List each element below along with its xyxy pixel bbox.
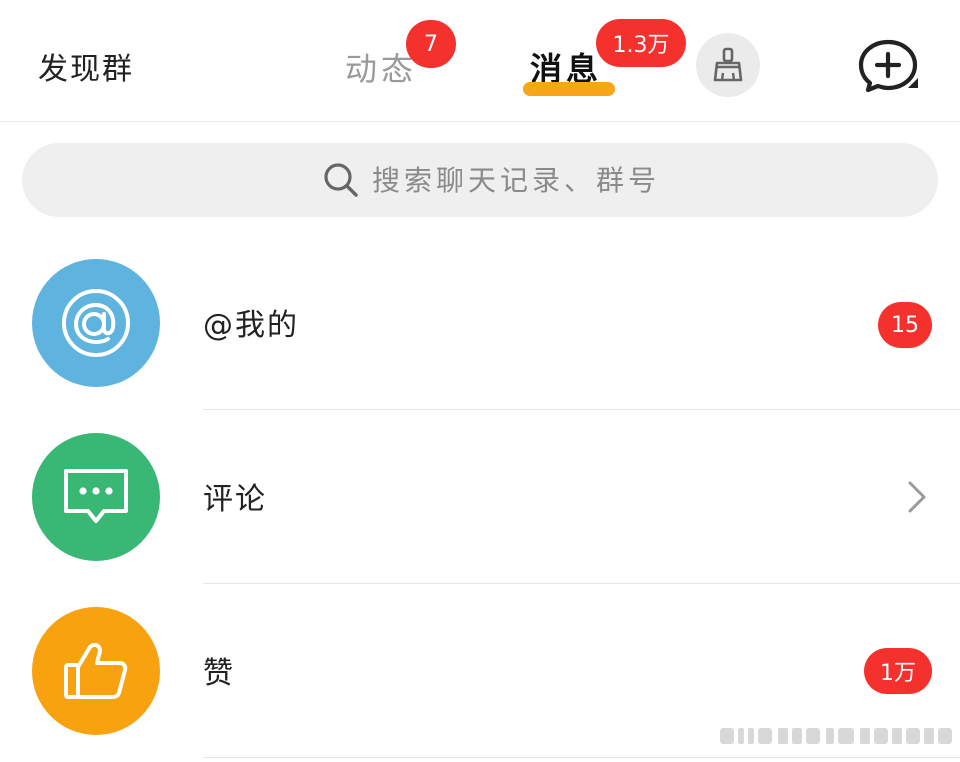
chevron-right-icon — [908, 481, 926, 513]
thumbs-up-icon — [64, 642, 128, 699]
messages-unread-badge: 1.3万 — [596, 19, 686, 67]
mentions-avatar — [32, 259, 160, 387]
mentions-label: @我的 — [203, 308, 299, 343]
likes-count-badge: 1万 — [864, 648, 932, 694]
broom-icon — [713, 47, 743, 82]
discover-groups-link[interactable]: 发现群 — [38, 44, 134, 88]
watermark-image — [720, 728, 952, 744]
activity-unread-badge: 7 — [406, 20, 456, 68]
active-tab-indicator — [523, 82, 615, 96]
list-item-mentions[interactable]: @我的 15 — [0, 236, 960, 410]
comments-avatar — [32, 433, 160, 561]
mentions-count-badge: 15 — [878, 302, 932, 348]
top-bar: 发现群 动态 7 消息 1.3万 — [0, 0, 960, 122]
likes-label: 赞 — [203, 656, 235, 691]
search-input[interactable] — [372, 161, 872, 199]
search-bar[interactable] — [22, 143, 938, 217]
comments-label: 评论 — [203, 482, 267, 517]
clean-unread-button[interactable] — [696, 33, 760, 97]
list-item-comments[interactable]: 评论 — [0, 410, 960, 584]
at-icon — [62, 289, 130, 357]
likes-avatar — [32, 607, 160, 735]
comment-icon — [64, 469, 128, 523]
add-chat-button[interactable] — [856, 36, 922, 96]
add-chat-icon — [858, 39, 918, 93]
search-icon — [324, 163, 358, 197]
divider — [203, 757, 960, 758]
